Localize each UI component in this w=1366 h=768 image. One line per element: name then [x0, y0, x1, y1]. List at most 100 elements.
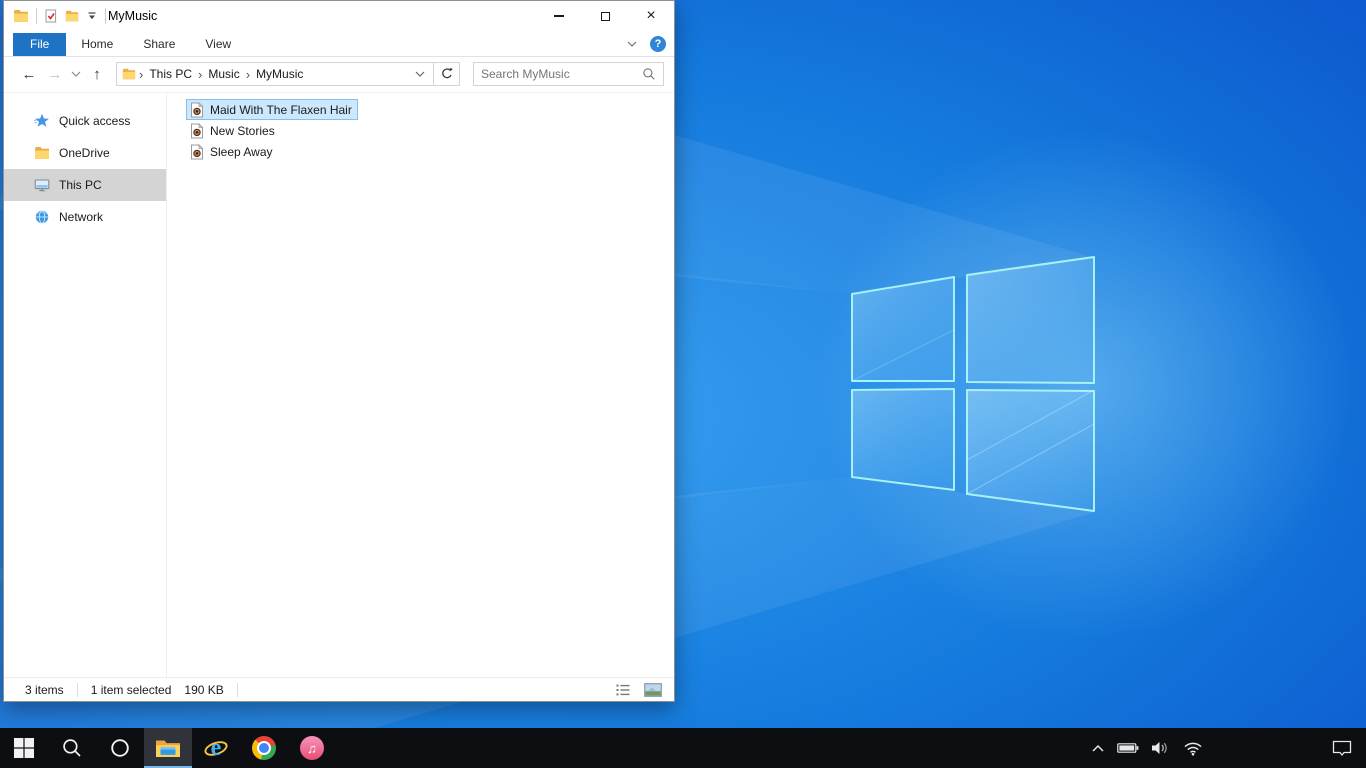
- sidebar-item-label: Quick access: [59, 114, 131, 128]
- itunes-icon: ♫: [300, 736, 324, 760]
- taskbar-chrome-button[interactable]: [240, 728, 288, 768]
- sidebar-item-this-pc[interactable]: This PC: [4, 169, 166, 201]
- file-name: Sleep Away: [210, 144, 273, 159]
- minimize-button[interactable]: [536, 1, 582, 31]
- status-item-count: 3 items: [25, 682, 64, 697]
- minimize-icon: [554, 15, 564, 17]
- explorer-content: Quick access OneDrive This PC Network Ma…: [4, 92, 674, 677]
- music-file-icon: [189, 123, 205, 139]
- breadcrumb-item-mymusic[interactable]: MyMusic: [253, 65, 306, 83]
- thumbnail-view-icon: [644, 683, 662, 697]
- tab-home[interactable]: Home: [66, 33, 128, 56]
- sidebar-item-onedrive[interactable]: OneDrive: [4, 137, 166, 169]
- file-name: New Stories: [210, 123, 275, 138]
- battery-icon: [1117, 741, 1139, 755]
- taskbar-search-button[interactable]: [48, 728, 96, 768]
- tab-file[interactable]: File: [13, 33, 67, 56]
- maximize-button[interactable]: [582, 1, 628, 31]
- breadcrumb-item-this-pc[interactable]: This PC: [146, 65, 195, 83]
- maximize-icon: [600, 11, 610, 21]
- battery-indicator[interactable]: [1114, 737, 1142, 759]
- address-dropdown-caret-icon[interactable]: [411, 71, 429, 77]
- folder-icon: [34, 145, 50, 161]
- close-button[interactable]: ×: [628, 1, 674, 31]
- ie-letter: e: [210, 735, 222, 761]
- file-row[interactable]: Maid With The Flaxen Hair: [186, 99, 358, 120]
- music-file-icon: [189, 144, 205, 160]
- new-folder-icon[interactable]: [65, 9, 79, 23]
- search-box[interactable]: [473, 62, 664, 86]
- taskbar-internet-explorer-button[interactable]: e: [192, 728, 240, 768]
- view-toggle-group: [613, 681, 664, 699]
- file-explorer-icon: [155, 737, 181, 759]
- music-file-icon: [189, 102, 205, 118]
- window-controls: ×: [536, 1, 674, 31]
- status-separator: [76, 682, 78, 697]
- breadcrumb-folder-icon: [122, 67, 136, 81]
- search-icon: [642, 67, 656, 81]
- sidebar-item-label: OneDrive: [59, 146, 110, 160]
- help-button[interactable]: ?: [650, 36, 666, 52]
- status-selection: 1 item selected: [90, 682, 172, 697]
- start-button[interactable]: [0, 728, 48, 768]
- thumbnail-view-button[interactable]: [642, 681, 664, 699]
- titlebar-separator: [36, 8, 37, 24]
- refresh-button[interactable]: [434, 62, 460, 86]
- taskbar-itunes-button[interactable]: ♫: [288, 728, 336, 768]
- customize-quick-access-caret-icon[interactable]: [86, 11, 98, 21]
- tab-share[interactable]: Share: [128, 33, 190, 56]
- music-note-glyph: ♫: [307, 740, 317, 756]
- recent-locations-caret-icon[interactable]: [68, 71, 84, 77]
- breadcrumb-item-music[interactable]: Music: [205, 65, 242, 83]
- expand-ribbon-icon[interactable]: [627, 41, 637, 47]
- wifi-icon: [1183, 741, 1203, 756]
- tab-view[interactable]: View: [190, 33, 246, 56]
- chrome-icon: [252, 736, 276, 760]
- titlebar-separator: [105, 8, 106, 24]
- file-row[interactable]: Sleep Away: [186, 141, 279, 162]
- explorer-window-icon: [13, 8, 29, 24]
- internet-explorer-icon: e: [202, 735, 230, 761]
- action-center-icon: [1332, 740, 1352, 757]
- ribbon-tab-bar: File Home Share View ?: [4, 31, 674, 57]
- cortana-button[interactable]: [96, 728, 144, 768]
- volume-indicator[interactable]: [1148, 736, 1174, 760]
- file-explorer-window: MyMusic × File Home Share View ? ← → ↑ ›…: [3, 0, 675, 702]
- address-bar-row: ← → ↑ › This PC › Music › MyMusic: [4, 57, 674, 91]
- sidebar-item-label: Network: [59, 210, 104, 224]
- show-hidden-icons-button[interactable]: [1088, 740, 1108, 757]
- breadcrumb-separator: ›: [139, 66, 144, 82]
- search-icon: [62, 738, 82, 758]
- refresh-icon: [440, 67, 454, 81]
- cortana-circle-icon: [110, 738, 130, 758]
- back-button[interactable]: ←: [16, 66, 42, 83]
- taskbar-file-explorer-button[interactable]: [144, 728, 192, 768]
- titlebar[interactable]: MyMusic ×: [4, 1, 674, 31]
- action-center-button[interactable]: [1318, 740, 1366, 757]
- details-view-button[interactable]: [613, 681, 633, 699]
- up-button[interactable]: ↑: [84, 66, 110, 83]
- start-icon: [14, 738, 34, 758]
- quick-access-toolbar: [13, 8, 106, 24]
- sidebar-item-quick-access[interactable]: Quick access: [4, 105, 166, 137]
- navigation-pane: Quick access OneDrive This PC Network: [4, 93, 167, 677]
- quick-access-star-icon: [34, 113, 50, 129]
- sidebar-item-network[interactable]: Network: [4, 201, 166, 233]
- status-selection-size: 190 KB: [184, 682, 224, 697]
- file-row[interactable]: New Stories: [186, 120, 281, 141]
- status-bar: 3 items 1 item selected 190 KB: [4, 677, 674, 701]
- properties-check-icon[interactable]: [44, 9, 58, 23]
- search-input[interactable]: [481, 67, 642, 81]
- breadcrumb-separator: ›: [198, 66, 203, 82]
- this-pc-monitor-icon: [34, 177, 50, 193]
- window-title: MyMusic: [108, 9, 158, 23]
- breadcrumb[interactable]: › This PC › Music › MyMusic: [116, 62, 434, 86]
- details-view-icon: [615, 683, 631, 697]
- sidebar-item-label: This PC: [59, 178, 102, 192]
- forward-button[interactable]: →: [42, 66, 68, 83]
- network-globe-icon: [34, 209, 50, 225]
- wifi-indicator[interactable]: [1180, 737, 1206, 760]
- file-name: Maid With The Flaxen Hair: [210, 102, 352, 117]
- file-list: Maid With The Flaxen Hair New Stories Sl…: [167, 93, 674, 677]
- taskbar: e ♫: [0, 728, 1366, 768]
